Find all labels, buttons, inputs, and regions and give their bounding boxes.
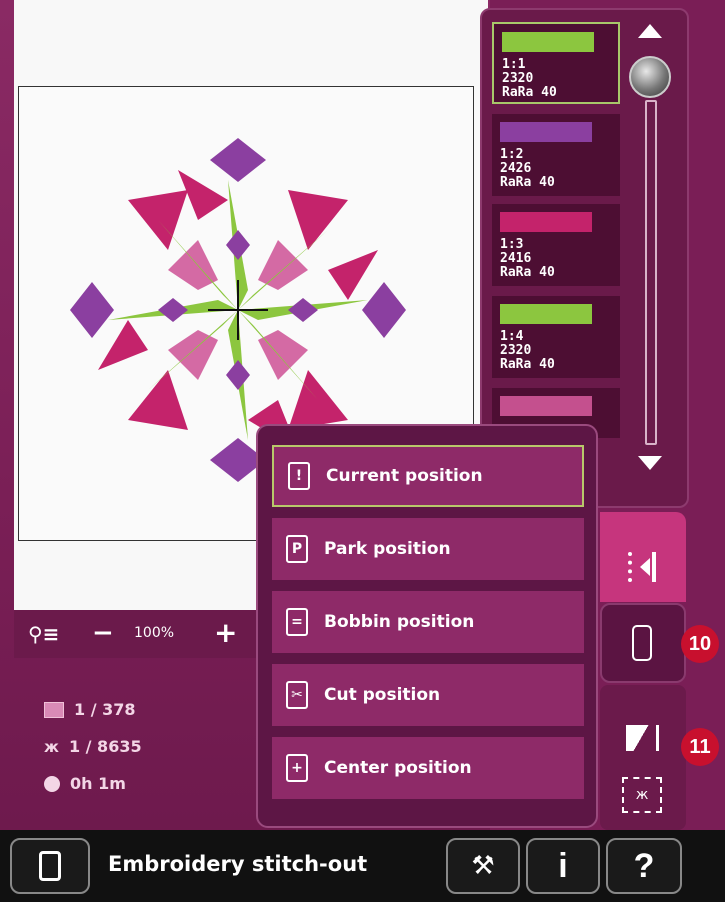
help-button[interactable]: ? <box>606 838 682 894</box>
center-position-icon: + <box>286 754 308 782</box>
park-position-icon: P <box>286 535 308 563</box>
thread-swatch[interactable]: 1:4 2320 RaRa 40 <box>492 296 620 378</box>
design-magenta-triangle <box>288 190 348 250</box>
page-title: Embroidery stitch-out <box>108 852 368 876</box>
design-green-spike <box>158 220 238 310</box>
design-purple-diamond <box>226 230 250 260</box>
thread-color-bar <box>502 32 594 52</box>
current-position-button[interactable]: ! Current position <box>272 445 584 507</box>
bobbin-position-label: Bobbin position <box>324 612 475 632</box>
thread-cut-icon[interactable] <box>626 725 659 751</box>
thread-color-bar <box>500 212 592 232</box>
park-position-label: Park position <box>324 539 451 559</box>
current-position-icon: ! <box>288 462 310 490</box>
zoom-bar: ⚲≡ − 100% + <box>14 610 259 658</box>
zoom-level: 100% <box>134 625 175 641</box>
bobbin-position-icon: = <box>286 608 308 636</box>
clock-icon <box>44 775 60 792</box>
cut-position-button[interactable]: ✂ Cut position <box>272 664 584 726</box>
design-purple-diamond <box>362 282 406 338</box>
cut-position-label: Cut position <box>324 685 441 705</box>
design-pink-patch <box>258 330 308 380</box>
design-green-spike <box>238 310 318 400</box>
move-hoop-icon[interactable]: ж <box>622 777 662 813</box>
design-purple-diamond <box>288 298 318 322</box>
design-purple-diamond <box>70 282 114 338</box>
thread-code: 2416 <box>500 251 532 266</box>
bobbin-position-button[interactable]: = Bobbin position <box>272 591 584 653</box>
thread-color-bar <box>500 122 592 142</box>
design-pink-patch <box>168 240 218 290</box>
design-purple-diamond <box>158 298 188 322</box>
zoom-out-button[interactable]: − <box>92 618 114 648</box>
design-magenta-triangle <box>328 250 378 300</box>
side-tools: ж <box>600 685 686 830</box>
center-position-label: Center position <box>324 758 472 778</box>
position-icon <box>632 625 652 661</box>
window-icon <box>39 851 61 881</box>
scroll-thumb[interactable] <box>629 56 671 98</box>
callout-11: 11 <box>681 728 719 766</box>
thread-code: 2320 <box>502 71 534 86</box>
thread-code: 2320 <box>500 343 532 358</box>
window-toggle-button[interactable] <box>10 838 90 894</box>
thread-swatch[interactable]: 1:2 2426 RaRa 40 <box>492 114 620 196</box>
zoom-options-icon[interactable]: ⚲≡ <box>28 622 59 646</box>
design-magenta-triangle <box>128 370 188 430</box>
thread-color-bar <box>500 304 592 324</box>
center-position-button[interactable]: + Center position <box>272 737 584 799</box>
position-menu-button[interactable] <box>600 603 686 683</box>
callout-10: 10 <box>681 625 719 663</box>
color-block-value: 1 / 378 <box>74 700 136 719</box>
design-green-spike <box>148 310 238 390</box>
color-block-count: 1 / 378 <box>44 700 136 719</box>
time-value: 0h 1m <box>70 774 126 793</box>
thread-code: 2426 <box>500 161 532 176</box>
scroll-track[interactable] <box>645 100 657 445</box>
stitch-count-value: 1 / 8635 <box>68 737 142 756</box>
design-pink-patch <box>258 240 308 290</box>
design-purple-diamond <box>210 138 266 182</box>
color-block-icon <box>44 701 64 718</box>
thread-number: 1:2 <box>500 147 524 162</box>
design-purple-diamond <box>226 360 250 390</box>
stitch-out-tab[interactable] <box>600 512 686 602</box>
stitch-out-bar-icon <box>652 552 656 582</box>
stitch-count: ж 1 / 8635 <box>44 737 142 756</box>
cut-position-icon: ✂ <box>286 681 308 709</box>
stitch-out-arrow-icon <box>640 558 650 576</box>
thread-brand: RaRa 40 <box>500 175 555 190</box>
stitch-out-icon <box>628 552 638 582</box>
design-magenta-triangle <box>98 320 148 370</box>
settings-button[interactable]: ⚒ <box>446 838 520 894</box>
zoom-in-button[interactable]: + <box>214 616 237 649</box>
thread-brand: RaRa 40 <box>502 85 557 100</box>
tools-icon: ⚒ <box>471 851 495 881</box>
thread-color-bar <box>500 396 592 416</box>
thread-brand: RaRa 40 <box>500 265 555 280</box>
thread-number: 1:3 <box>500 237 524 252</box>
thread-brand: RaRa 40 <box>500 357 555 372</box>
design-pink-patch <box>168 330 218 380</box>
thread-swatch[interactable]: 1:1 2320 RaRa 40 <box>492 22 620 104</box>
park-position-button[interactable]: P Park position <box>272 518 584 580</box>
scroll-down-arrow-icon[interactable] <box>638 456 662 470</box>
scroll-up-arrow-icon[interactable] <box>638 24 662 38</box>
info-button[interactable]: i <box>526 838 600 894</box>
butterfly-icon: ж <box>44 737 59 756</box>
current-position-label: Current position <box>326 466 483 486</box>
thread-swatch[interactable]: 1:3 2416 RaRa 40 <box>492 204 620 286</box>
design-green-spike <box>238 230 328 310</box>
thread-number: 1:1 <box>502 57 526 72</box>
thread-number: 1:4 <box>500 329 524 344</box>
time-remaining: 0h 1m <box>44 774 126 793</box>
